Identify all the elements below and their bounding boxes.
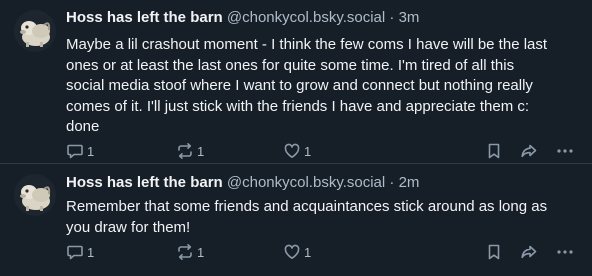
like-button[interactable]: 1 — [283, 242, 311, 262]
repost-button[interactable]: 1 — [176, 242, 204, 262]
bookmark-button[interactable] — [486, 141, 502, 161]
reply-icon — [67, 144, 83, 159]
post[interactable]: Hoss has left the barn @chonkycol.bsky.s… — [0, 0, 592, 164]
post-header: Hoss has left the barn @chonkycol.bsky.s… — [66, 9, 419, 27]
author-handle[interactable]: @chonkycol.bsky.social — [227, 174, 385, 191]
post-text-line: done — [66, 118, 100, 135]
post-text: Remember that some friends and acquainta… — [66, 197, 581, 238]
bookmark-icon — [488, 143, 500, 159]
post-feed: Hoss has left the barn @chonkycol.bsky.s… — [0, 0, 592, 276]
avatar-icon — [14, 10, 56, 52]
avatar[interactable] — [14, 174, 56, 216]
like-count: 1 — [304, 143, 312, 159]
reply-count: 1 — [87, 244, 95, 260]
avatar[interactable] — [14, 10, 56, 52]
share-icon — [521, 245, 537, 259]
post-text-line: ones or at least the last ones for quite… — [66, 56, 515, 74]
more-icon — [557, 149, 573, 153]
post-text-line: you draw for them! — [66, 218, 191, 236]
like-button[interactable]: 1 — [283, 141, 311, 161]
like-icon — [284, 143, 300, 158]
reply-icon — [67, 245, 83, 260]
post-actions: 1 1 1 — [0, 141, 592, 161]
repost-count: 1 — [197, 244, 205, 260]
bookmark-icon — [488, 244, 500, 260]
share-button[interactable] — [520, 141, 538, 161]
reply-button[interactable]: 1 — [66, 242, 94, 262]
post-timestamp[interactable]: 2m — [399, 174, 420, 191]
post-header: Hoss has left the barn @chonkycol.bsky.s… — [66, 174, 419, 192]
post-actions: 1 1 1 — [0, 242, 592, 262]
like-count: 1 — [304, 244, 312, 260]
separator-dot: · — [389, 174, 395, 191]
more-icon — [557, 250, 573, 254]
separator-dot: · — [389, 9, 395, 26]
post-text-line: Maybe a lil crashout moment - I think th… — [66, 36, 548, 53]
more-options-button[interactable] — [556, 141, 574, 161]
repost-icon — [178, 143, 192, 159]
share-icon — [521, 144, 537, 158]
post[interactable]: Hoss has left the barn @chonkycol.bsky.s… — [0, 164, 592, 276]
post-text: Maybe a lil crashout moment - I think th… — [66, 35, 581, 138]
like-icon — [284, 244, 300, 259]
avatar-icon — [14, 174, 56, 216]
bookmark-button[interactable] — [486, 242, 502, 262]
post-timestamp[interactable]: 3m — [399, 9, 420, 26]
more-options-button[interactable] — [556, 242, 574, 262]
reply-button[interactable]: 1 — [66, 141, 94, 161]
share-button[interactable] — [520, 242, 538, 262]
post-text-line: Remember that some friends and acquainta… — [66, 198, 548, 215]
post-text-line: social media stoof where I want to grow … — [66, 77, 533, 94]
author-name[interactable]: Hoss has left the barn — [66, 174, 223, 191]
repost-button[interactable]: 1 — [176, 141, 204, 161]
post-text-line: comes of it. I'll just stick with the fr… — [66, 97, 530, 115]
author-name[interactable]: Hoss has left the barn — [66, 9, 223, 26]
reply-count: 1 — [87, 143, 95, 159]
repost-count: 1 — [197, 143, 205, 159]
repost-icon — [178, 244, 192, 260]
author-handle[interactable]: @chonkycol.bsky.social — [227, 9, 385, 26]
